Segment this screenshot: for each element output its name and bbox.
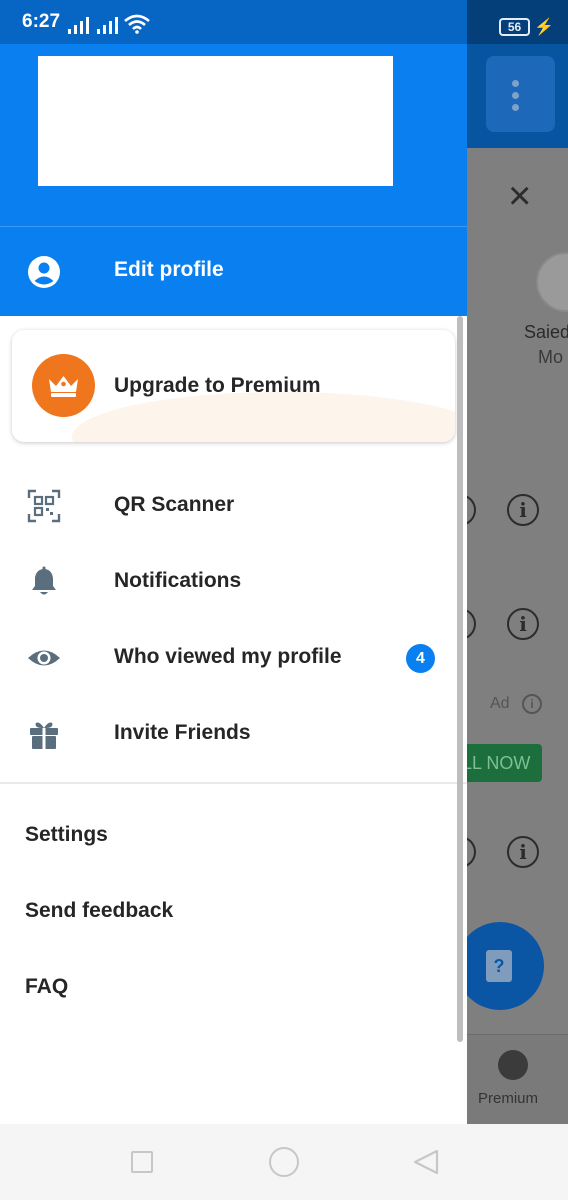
- menu-item-faq[interactable]: FAQ: [0, 950, 467, 1026]
- contact-avatar: [536, 252, 568, 312]
- charging-icon: ⚡: [534, 19, 554, 36]
- menu-item-send-feedback[interactable]: Send feedback: [0, 874, 467, 950]
- upgrade-premium-card[interactable]: Upgrade to Premium: [12, 330, 455, 442]
- menu-item-label: Invite Friends: [114, 721, 251, 744]
- battery-icon: 56: [499, 18, 530, 36]
- menu-item-label: QR Scanner: [114, 493, 235, 516]
- system-navigation-bar: [0, 1124, 568, 1200]
- upgrade-premium-label: Upgrade to Premium: [114, 374, 321, 397]
- menu-item-label: Who viewed my profile: [114, 645, 342, 668]
- viewers-count-badge: 4: [406, 644, 435, 673]
- info-icon: i: [507, 836, 539, 868]
- drawer-header: Edit profile: [0, 44, 467, 316]
- menu-item-who-viewed-profile[interactable]: Who viewed my profile 4: [0, 620, 467, 696]
- edit-profile-item[interactable]: Edit profile: [0, 228, 467, 316]
- tab-premium-label: Premium: [478, 1090, 539, 1107]
- close-icon: ×: [508, 174, 532, 218]
- menu-item-notifications[interactable]: Notifications: [0, 544, 467, 620]
- info-icon: i: [507, 608, 539, 640]
- info-icon: i: [507, 494, 539, 526]
- back-button[interactable]: [412, 1148, 440, 1176]
- eye-icon: [28, 650, 60, 666]
- signal-icon: [97, 16, 123, 34]
- crown-icon: [49, 376, 78, 397]
- menu-item-invite-friends[interactable]: Invite Friends: [0, 696, 467, 772]
- menu-item-label: FAQ: [25, 975, 69, 998]
- menu-item-label: Settings: [25, 823, 108, 846]
- crown-icon: [498, 1050, 528, 1080]
- ad-info-icon: i: [522, 694, 542, 714]
- section-divider: [0, 782, 467, 784]
- gift-icon: [30, 722, 58, 749]
- menu-item-qr-scanner[interactable]: QR Scanner: [0, 468, 467, 544]
- help-card-icon: ?: [486, 950, 512, 982]
- more-vert-icon: [512, 80, 520, 116]
- bell-icon: [32, 566, 56, 595]
- home-button[interactable]: [269, 1147, 299, 1177]
- qr-code-icon: [27, 489, 61, 523]
- drawer-scrollbar[interactable]: [457, 316, 463, 1042]
- navigation-drawer: Edit profile Upgrade to Premium QR Scann…: [0, 44, 467, 1124]
- menu-item-label: Send feedback: [25, 899, 174, 922]
- overflow-menu-button: [486, 56, 555, 132]
- contact-name: Saied: [524, 322, 568, 342]
- recents-button[interactable]: [131, 1151, 153, 1173]
- signal-icon: [68, 16, 94, 34]
- wifi-icon: [124, 14, 150, 34]
- edit-profile-label: Edit profile: [114, 258, 224, 281]
- status-bar: 6:27 56 ⚡: [0, 0, 568, 44]
- account-circle-icon: [28, 256, 60, 288]
- profile-card[interactable]: [38, 56, 393, 186]
- status-time: 6:27: [22, 11, 61, 32]
- ad-cta-button: LL NOW: [466, 744, 542, 782]
- ad-label: Ad: [490, 695, 510, 712]
- contact-subtitle: Mo: [538, 347, 564, 367]
- menu-item-settings[interactable]: Settings: [0, 798, 467, 874]
- menu-item-label: Notifications: [114, 569, 242, 592]
- header-divider: [0, 226, 467, 227]
